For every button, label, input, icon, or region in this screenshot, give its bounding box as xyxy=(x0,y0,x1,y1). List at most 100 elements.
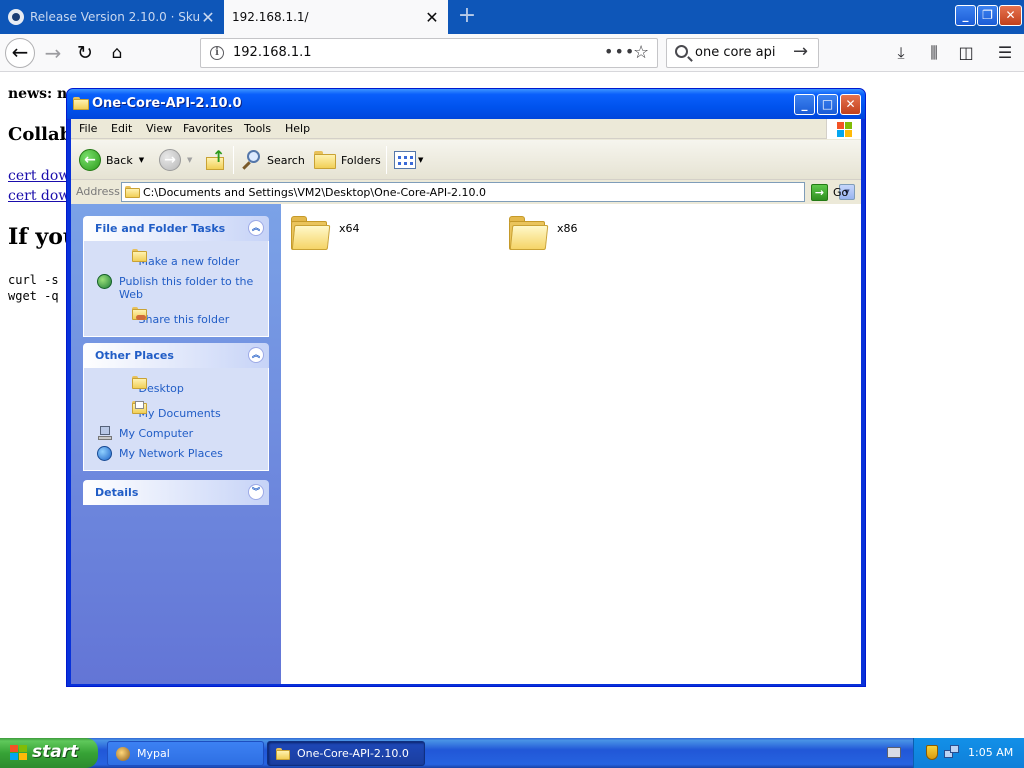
search-icon xyxy=(241,149,263,171)
globe-icon xyxy=(97,274,112,289)
url-text[interactable]: 192.168.1.1 xyxy=(233,45,312,60)
folder-icon xyxy=(509,216,549,250)
menu-favorites[interactable]: Favorites xyxy=(183,122,233,135)
search-label: Search xyxy=(267,153,305,167)
task-publish-folder[interactable]: Publish this folder to the Web xyxy=(84,274,268,301)
panel-header[interactable]: File and Folder Tasks ︽ xyxy=(83,216,269,241)
github-icon xyxy=(8,9,24,25)
new-tab-icon[interactable]: + xyxy=(455,4,479,28)
panel-title: Other Places xyxy=(95,349,174,362)
go-button[interactable]: → Go xyxy=(811,182,848,202)
toolbar: ← Back ▼ → ▼ ↑ Search Folders ▼ xyxy=(71,140,861,180)
collapse-chevron-icon[interactable]: ︽ xyxy=(248,220,264,236)
close-icon[interactable]: ✕ xyxy=(200,8,216,27)
maximize-button[interactable]: □ xyxy=(817,94,838,115)
library-icon[interactable]: ⫼ xyxy=(923,42,945,64)
close-window-button[interactable]: ✕ xyxy=(999,5,1022,26)
task-pane: File and Folder Tasks ︽ Make a new folde… xyxy=(71,204,281,684)
menu-file[interactable]: File xyxy=(79,122,97,135)
menu-tools[interactable]: Tools xyxy=(244,122,271,135)
tab-release-version[interactable]: Release Version 2.10.0 · Skultral ✕ xyxy=(0,0,224,34)
start-button[interactable]: start xyxy=(0,738,98,768)
sidebar-icon[interactable]: ◫ xyxy=(955,42,977,64)
back-label: Back xyxy=(106,153,133,167)
place-desktop[interactable]: Desktop xyxy=(84,376,268,395)
folder-name: x86 xyxy=(557,222,578,235)
taskbar-button-label: Mypal xyxy=(137,747,170,760)
search-icon xyxy=(675,45,688,58)
chevron-down-icon[interactable]: ▼ xyxy=(418,156,423,164)
tab-title: Release Version 2.10.0 · Skultral xyxy=(30,10,200,24)
forward-arrow-icon[interactable]: → xyxy=(38,38,68,68)
file-list-view[interactable]: x64 x86 xyxy=(281,204,861,684)
browser-nav-bar: ← → ↻ ⌂ i 192.168.1.1 ••• ☆ → ⤓ ⫼ ◫ ☰ xyxy=(0,34,1024,72)
tab-router-page[interactable]: 192.168.1.1/ ✕ xyxy=(224,0,448,34)
task-make-new-folder[interactable]: Make a new folder xyxy=(84,249,268,268)
computer-icon xyxy=(97,426,113,441)
task-share-folder[interactable]: Share this folder xyxy=(84,307,268,326)
explorer-title-bar[interactable]: One-Core-API-2.10.0 _ □ ✕ xyxy=(67,89,865,119)
address-path[interactable]: C:\Documents and Settings\VM2\Desktop\On… xyxy=(143,186,486,199)
task-label: Publish this folder to the Web xyxy=(119,275,254,301)
taskbar-button-label: One-Core-API-2.10.0 xyxy=(297,747,409,760)
place-label: My Network Places xyxy=(119,447,223,460)
url-bar[interactable]: i 192.168.1.1 ••• ☆ xyxy=(200,38,658,68)
minimize-button[interactable]: _ xyxy=(794,94,815,115)
search-input[interactable] xyxy=(695,45,785,60)
taskbar-button-explorer[interactable]: One-Core-API-2.10.0 xyxy=(267,741,425,766)
address-input[interactable]: C:\Documents and Settings\VM2\Desktop\On… xyxy=(121,182,855,202)
clock: 1:05 AM xyxy=(968,746,1014,759)
minimize-button[interactable]: _ xyxy=(955,5,976,26)
back-button[interactable]: ← Back ▼ xyxy=(79,147,144,173)
close-window-button[interactable]: ✕ xyxy=(840,94,861,115)
taskbar-button-mypal[interactable]: Mypal xyxy=(107,741,264,766)
search-bar[interactable]: → xyxy=(666,38,819,68)
address-label: Address xyxy=(76,185,120,198)
tab-title: 192.168.1.1/ xyxy=(232,10,309,24)
desktop-folder-icon xyxy=(132,376,148,391)
folder-name: x64 xyxy=(339,222,360,235)
task-label: Make a new folder xyxy=(138,255,240,268)
chevron-down-icon[interactable]: ▼ xyxy=(139,156,144,164)
menu-hamburger-icon[interactable]: ☰ xyxy=(994,42,1016,64)
panel-header[interactable]: Other Places ︽ xyxy=(83,343,269,368)
up-folder-button[interactable]: ↑ xyxy=(205,147,227,173)
download-icon[interactable]: ⤓ xyxy=(890,42,912,64)
search-button[interactable]: Search xyxy=(241,147,305,173)
search-go-arrow-icon[interactable]: → xyxy=(793,41,808,62)
back-arrow-icon[interactable]: ← xyxy=(5,38,35,68)
mypal-app-icon xyxy=(116,746,130,761)
menu-edit[interactable]: Edit xyxy=(111,122,132,135)
info-icon[interactable]: i xyxy=(210,46,224,60)
security-shield-icon[interactable] xyxy=(926,745,938,760)
home-icon[interactable]: ⌂ xyxy=(102,38,132,68)
close-icon[interactable]: ✕ xyxy=(424,8,440,27)
keyboard-icon[interactable] xyxy=(887,747,901,758)
bookmark-star-icon[interactable]: ☆ xyxy=(633,42,649,63)
views-button[interactable]: ▼ xyxy=(394,147,423,173)
menu-help[interactable]: Help xyxy=(285,122,310,135)
expand-chevron-icon[interactable]: ︾ xyxy=(248,484,264,500)
folder-item-x86[interactable]: x86 xyxy=(509,213,629,253)
panel-body: Desktop My Documents My Computer My Netw… xyxy=(83,368,269,471)
back-arrow-icon: ← xyxy=(79,149,101,171)
page-actions-icon[interactable]: ••• xyxy=(604,42,635,61)
browser-tab-bar: Release Version 2.10.0 · Skultral ✕ 192.… xyxy=(0,0,1024,34)
folders-button[interactable]: Folders xyxy=(314,147,381,173)
folder-item-x64[interactable]: x64 xyxy=(291,213,411,253)
new-folder-icon xyxy=(132,249,148,264)
reload-icon[interactable]: ↻ xyxy=(70,38,100,68)
collapse-chevron-icon[interactable]: ︽ xyxy=(248,347,264,363)
panel-body: Make a new folder Publish this folder to… xyxy=(83,241,269,337)
place-my-computer[interactable]: My Computer xyxy=(84,426,268,441)
place-my-documents[interactable]: My Documents xyxy=(84,401,268,420)
place-my-network-places[interactable]: My Network Places xyxy=(84,446,268,461)
folder-icon xyxy=(276,747,290,760)
menu-view[interactable]: View xyxy=(146,122,172,135)
restore-button[interactable]: ❐ xyxy=(977,5,998,26)
chevron-down-icon[interactable]: ▼ xyxy=(187,156,192,164)
panel-header[interactable]: Details ︾ xyxy=(83,480,269,505)
forward-button[interactable]: → ▼ xyxy=(159,147,192,173)
network-icon[interactable] xyxy=(944,745,959,760)
details-panel: Details ︾ xyxy=(83,480,269,505)
